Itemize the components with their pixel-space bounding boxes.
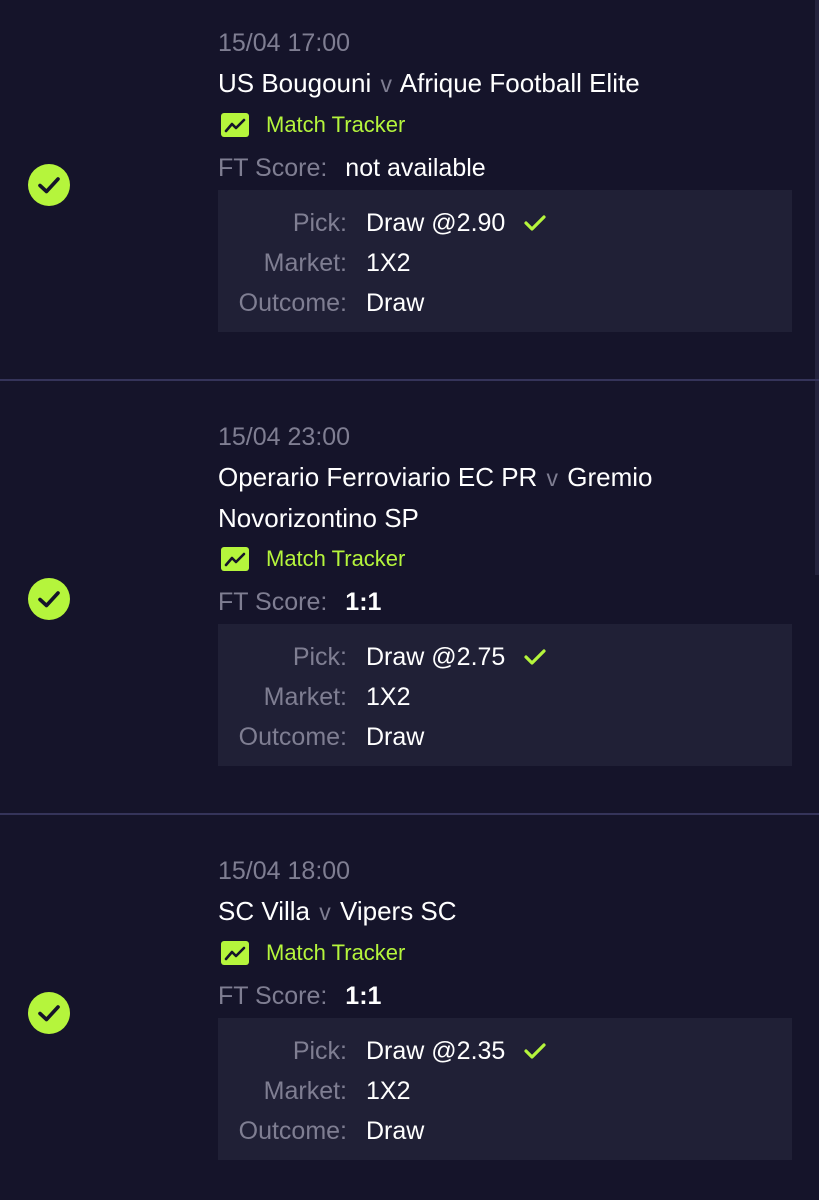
- check-circle-icon: [28, 992, 70, 1034]
- bet-card: 15/04 23:00 Operario Ferroviario EC PR v…: [0, 381, 819, 815]
- pick-value: Draw @2.75: [366, 642, 506, 671]
- market-value: 1X2: [366, 1076, 411, 1105]
- pick-row: Pick: Draw @2.35: [218, 1031, 792, 1071]
- home-team: Operario Ferroviario EC PR: [218, 462, 538, 492]
- outcome-row: Outcome: Draw: [218, 283, 792, 323]
- match-title: SC Villa v Vipers SC: [218, 891, 792, 932]
- chart-line-icon: [221, 941, 249, 965]
- outcome-row: Outcome: Draw: [218, 717, 792, 757]
- market-row: Market: 1X2: [218, 677, 792, 717]
- versus-separator: v: [380, 71, 392, 97]
- pick-details-box: Pick: Draw @2.90 Market: 1X2 Outcome: Dr…: [218, 190, 792, 332]
- check-icon: [523, 647, 547, 667]
- pick-value: Draw @2.35: [366, 1036, 506, 1065]
- market-row: Market: 1X2: [218, 243, 792, 283]
- market-row: Market: 1X2: [218, 1071, 792, 1111]
- ft-score-row: FT Score: 1:1: [218, 580, 792, 624]
- pick-value: Draw @2.90: [366, 208, 506, 237]
- pick-details-box: Pick: Draw @2.75 Market: 1X2 Outcome: Dr…: [218, 624, 792, 766]
- ft-score-row: FT Score: 1:1: [218, 974, 792, 1018]
- pick-row: Pick: Draw @2.90: [218, 203, 792, 243]
- home-team: SC Villa: [218, 896, 311, 926]
- outcome-label: Outcome:: [238, 1116, 347, 1145]
- match-time: 15/04 18:00: [218, 857, 351, 885]
- market-label: Market:: [263, 248, 347, 277]
- ft-score-label: FT Score:: [218, 981, 328, 1010]
- bet-card: 15/04 18:00 SC Villa v Vipers SC Match T…: [0, 815, 819, 1200]
- outcome-row: Outcome: Draw: [218, 1111, 792, 1151]
- pick-details-box: Pick: Draw @2.35 Market: 1X2 Outcome: Dr…: [218, 1018, 792, 1160]
- outcome-label: Outcome:: [238, 288, 347, 317]
- ft-score-value: 1:1: [345, 587, 382, 616]
- match-tracker-link[interactable]: Match Tracker: [218, 104, 792, 146]
- pick-row: Pick: Draw @2.75: [218, 637, 792, 677]
- versus-separator: v: [546, 465, 559, 491]
- market-label: Market:: [263, 1076, 347, 1105]
- check-circle-icon: [28, 578, 70, 620]
- match-tracker-link[interactable]: Match Tracker: [218, 932, 792, 974]
- pick-label: Pick:: [292, 642, 347, 671]
- market-value: 1X2: [366, 682, 411, 711]
- outcome-value: Draw: [366, 288, 425, 317]
- match-tracker-label: Match Tracker: [266, 940, 406, 965]
- match-time: 15/04 17:00: [218, 29, 351, 57]
- check-icon: [523, 1041, 547, 1061]
- match-tracker-label: Match Tracker: [266, 112, 406, 137]
- ft-score-value: 1:1: [345, 981, 382, 1010]
- match-title: US Bougouni v Afrique Football Elite: [218, 63, 792, 104]
- ft-score-label: FT Score:: [218, 153, 328, 182]
- chart-line-icon: [221, 547, 249, 571]
- outcome-label: Outcome:: [238, 722, 347, 751]
- ft-score-value: not available: [345, 153, 486, 182]
- market-label: Market:: [263, 682, 347, 711]
- check-icon: [523, 213, 547, 233]
- bet-card: 15/04 17:00 US Bougouni v Afrique Footba…: [0, 0, 819, 381]
- outcome-value: Draw: [366, 1116, 425, 1145]
- pick-label: Pick:: [292, 208, 347, 237]
- match-title: Operario Ferroviario EC PR v Gremio Novo…: [218, 457, 792, 538]
- versus-separator: v: [319, 899, 331, 925]
- away-team: Afrique Football Elite: [399, 68, 640, 98]
- home-team: US Bougouni: [218, 68, 372, 98]
- match-tracker-label: Match Tracker: [266, 546, 406, 571]
- check-circle-icon: [28, 164, 70, 206]
- chart-line-icon: [221, 113, 249, 137]
- pick-label: Pick:: [292, 1036, 347, 1065]
- market-value: 1X2: [366, 248, 411, 277]
- away-team: Vipers SC: [339, 896, 457, 926]
- ft-score-label: FT Score:: [218, 587, 328, 616]
- match-time: 15/04 23:00: [218, 423, 351, 451]
- ft-score-row: FT Score: not available: [218, 146, 792, 190]
- outcome-value: Draw: [366, 722, 425, 751]
- match-tracker-link[interactable]: Match Tracker: [218, 538, 792, 580]
